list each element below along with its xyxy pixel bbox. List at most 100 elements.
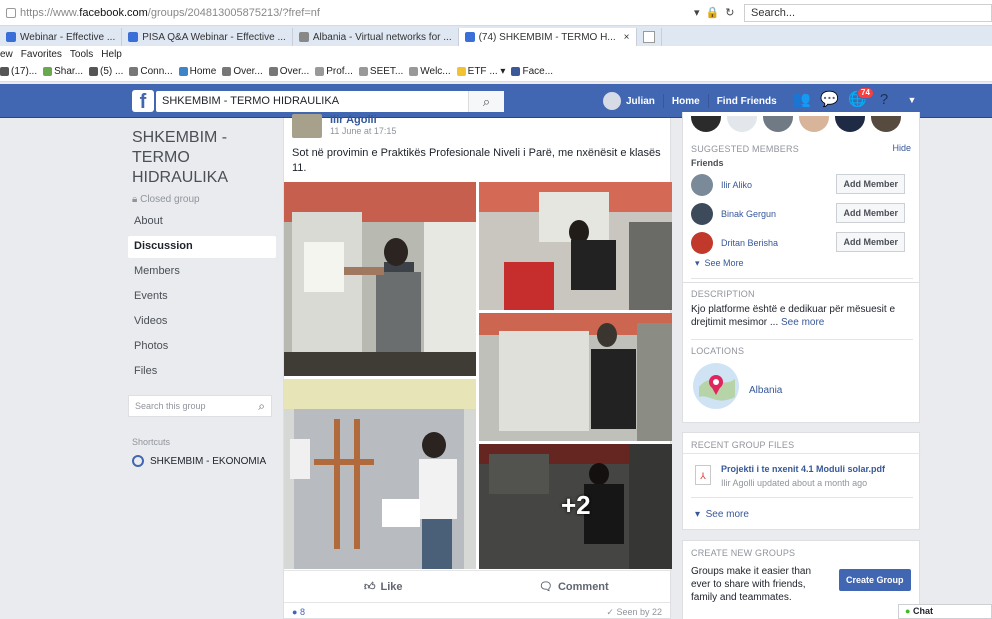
search-icon[interactable]: ⌕ xyxy=(258,399,265,414)
create-group-button[interactable]: Create Group xyxy=(839,569,911,591)
post-author[interactable]: Ilir Agolli xyxy=(330,114,377,126)
favorite-link[interactable]: ETF ... ▾ xyxy=(456,66,505,77)
new-tab-icon xyxy=(642,31,655,43)
add-member-button[interactable]: Add Member xyxy=(836,174,905,194)
member-thumb[interactable] xyxy=(871,116,901,132)
more-photos-count: +2 xyxy=(561,490,591,520)
favorite-link[interactable]: SEET... xyxy=(358,66,403,77)
lock-icon: 🔒︎ xyxy=(132,194,138,205)
group-search-input[interactable]: Search this group ⌕ xyxy=(128,395,272,417)
author-avatar[interactable] xyxy=(292,114,322,138)
favorite-icon xyxy=(358,67,368,76)
group-nav-events[interactable]: Events xyxy=(128,286,276,308)
add-member-button[interactable]: Add Member xyxy=(836,203,905,223)
favorite-link[interactable]: Face... xyxy=(511,66,553,77)
url-text[interactable]: https://www.facebook.com/groups/20481300… xyxy=(20,7,320,19)
post-photo-more[interactable]: +2 xyxy=(479,444,672,569)
group-nav-videos[interactable]: Videos xyxy=(128,311,276,333)
favorite-link[interactable]: Over... xyxy=(268,66,309,77)
menu-item[interactable]: Tools xyxy=(70,49,93,60)
group-nav-photos[interactable]: Photos xyxy=(128,336,276,358)
browser-tab[interactable]: (74) SHKEMBIM - TERMO H... × xyxy=(458,28,637,46)
browser-tab[interactable]: Albania - Virtual networks for ... xyxy=(293,28,459,46)
favorite-link[interactable]: (5) ... xyxy=(89,66,123,77)
facebook-logo-icon[interactable]: f xyxy=(132,90,154,113)
member-avatar[interactable] xyxy=(691,202,713,225)
photo-image xyxy=(284,379,476,569)
file-name-link[interactable]: Projekti i te nxenit 4.1 Moduli solar.pd… xyxy=(721,464,885,474)
post-timestamp[interactable]: 11 June at 17:15 xyxy=(330,126,396,136)
favorite-link[interactable]: Home xyxy=(178,66,216,77)
favorite-link[interactable]: Shar... xyxy=(43,66,83,77)
shortcut-item[interactable]: SHKEMBIM - EKONOMIA xyxy=(128,455,276,467)
favorite-link[interactable]: Prof... xyxy=(315,66,353,77)
add-member-button[interactable]: Add Member xyxy=(836,232,905,252)
browser-search-input[interactable]: Search... xyxy=(744,4,992,22)
member-avatar[interactable] xyxy=(691,173,713,196)
location-name[interactable]: Albania xyxy=(749,385,782,396)
favorite-link[interactable]: Over... xyxy=(222,66,263,77)
files-see-more[interactable]: ▾ See more xyxy=(695,509,749,520)
favorites-bar: (17)... Shar... (5) ... Conn... Home Over... O… xyxy=(0,62,992,82)
member-thumb[interactable] xyxy=(799,116,829,132)
group-name[interactable]: SHKEMBIM - TERMO HIDRAULIKA xyxy=(128,128,276,188)
messenger-icon[interactable]: 💬 xyxy=(820,92,839,108)
dropdown-icon[interactable]: ▾ xyxy=(694,6,700,19)
search-icon[interactable]: ⌕ xyxy=(468,91,504,112)
browser-tab[interactable]: PISA Q&A Webinar - Effective ... xyxy=(122,28,293,46)
close-tab-icon[interactable]: × xyxy=(624,32,630,43)
post-photo[interactable] xyxy=(284,182,476,376)
user-avatar[interactable] xyxy=(603,92,621,110)
member-thumb[interactable] xyxy=(691,116,721,132)
help-icon[interactable]: ? xyxy=(876,92,892,108)
notifications-icon[interactable]: 🌐 74 xyxy=(848,87,874,108)
member-thumb[interactable] xyxy=(763,116,793,132)
map-pin-icon xyxy=(699,375,735,401)
favorite-link[interactable]: Welc... xyxy=(409,66,451,77)
member-thumb[interactable] xyxy=(727,116,757,132)
group-nav-about[interactable]: About xyxy=(128,211,276,233)
post-photo[interactable] xyxy=(284,379,476,569)
post-photo[interactable] xyxy=(479,313,672,441)
description-see-more[interactable]: See more xyxy=(781,317,824,328)
post-photo[interactable] xyxy=(479,182,672,310)
hide-link[interactable]: Hide xyxy=(892,143,911,153)
reaction-count[interactable]: ● 8 xyxy=(292,607,305,617)
friend-requests-icon[interactable]: 👥 xyxy=(792,92,811,108)
menu-item[interactable]: Help xyxy=(101,49,122,60)
member-name[interactable]: Ilir Aliko xyxy=(721,180,752,190)
member-name[interactable]: Dritan Berisha xyxy=(721,238,778,248)
find-friends-link[interactable]: Find Friends xyxy=(717,96,777,107)
menu-item[interactable]: ew xyxy=(0,49,13,60)
facebook-search-input[interactable]: SHKEMBIM - TERMO HIDRAULIKA ⌕ xyxy=(156,91,504,112)
home-link[interactable]: Home xyxy=(672,96,700,107)
profile-link[interactable]: Julian xyxy=(626,96,655,107)
address-bar[interactable]: https://www.facebook.com/groups/20481300… xyxy=(0,0,992,26)
favorite-link[interactable]: Conn... xyxy=(129,66,173,77)
location-map-icon[interactable] xyxy=(693,363,739,409)
member-thumb[interactable] xyxy=(835,116,865,132)
favorite-link[interactable]: (17)... xyxy=(0,66,37,77)
refresh-icon[interactable]: ↻ xyxy=(725,6,734,19)
new-tab-button[interactable] xyxy=(637,28,662,46)
create-groups-title: CREATE NEW GROUPS xyxy=(691,548,796,558)
like-button[interactable]: 👍︎ Like xyxy=(364,580,403,594)
account-menu-chevron-icon[interactable]: ▼ xyxy=(904,92,920,108)
member-name[interactable]: Binak Gergun xyxy=(721,209,776,219)
browser-tab[interactable]: Webinar - Effective ... xyxy=(0,28,123,46)
member-avatar[interactable] xyxy=(691,231,713,254)
group-nav-members[interactable]: Members xyxy=(128,261,276,283)
favorite-icon xyxy=(222,67,232,76)
locations-title: LOCATIONS xyxy=(691,346,745,356)
see-more-members[interactable]: ▾ See More xyxy=(695,258,744,269)
menu-item[interactable]: Favorites xyxy=(21,49,62,60)
lock-icon[interactable]: 🔒 xyxy=(706,6,720,19)
tab-favicon-icon xyxy=(128,32,139,42)
seen-by[interactable]: ✓ Seen by 22 xyxy=(606,607,662,618)
group-nav-files[interactable]: Files xyxy=(128,361,276,383)
photo-image xyxy=(479,313,672,441)
comment-button[interactable]: 🗨︎ Comment xyxy=(539,580,609,594)
file-meta: Ilir Agolli updated about a month ago xyxy=(721,478,868,488)
chat-bar[interactable]: ● Chat xyxy=(898,604,992,619)
group-nav-discussion[interactable]: Discussion xyxy=(128,236,276,258)
